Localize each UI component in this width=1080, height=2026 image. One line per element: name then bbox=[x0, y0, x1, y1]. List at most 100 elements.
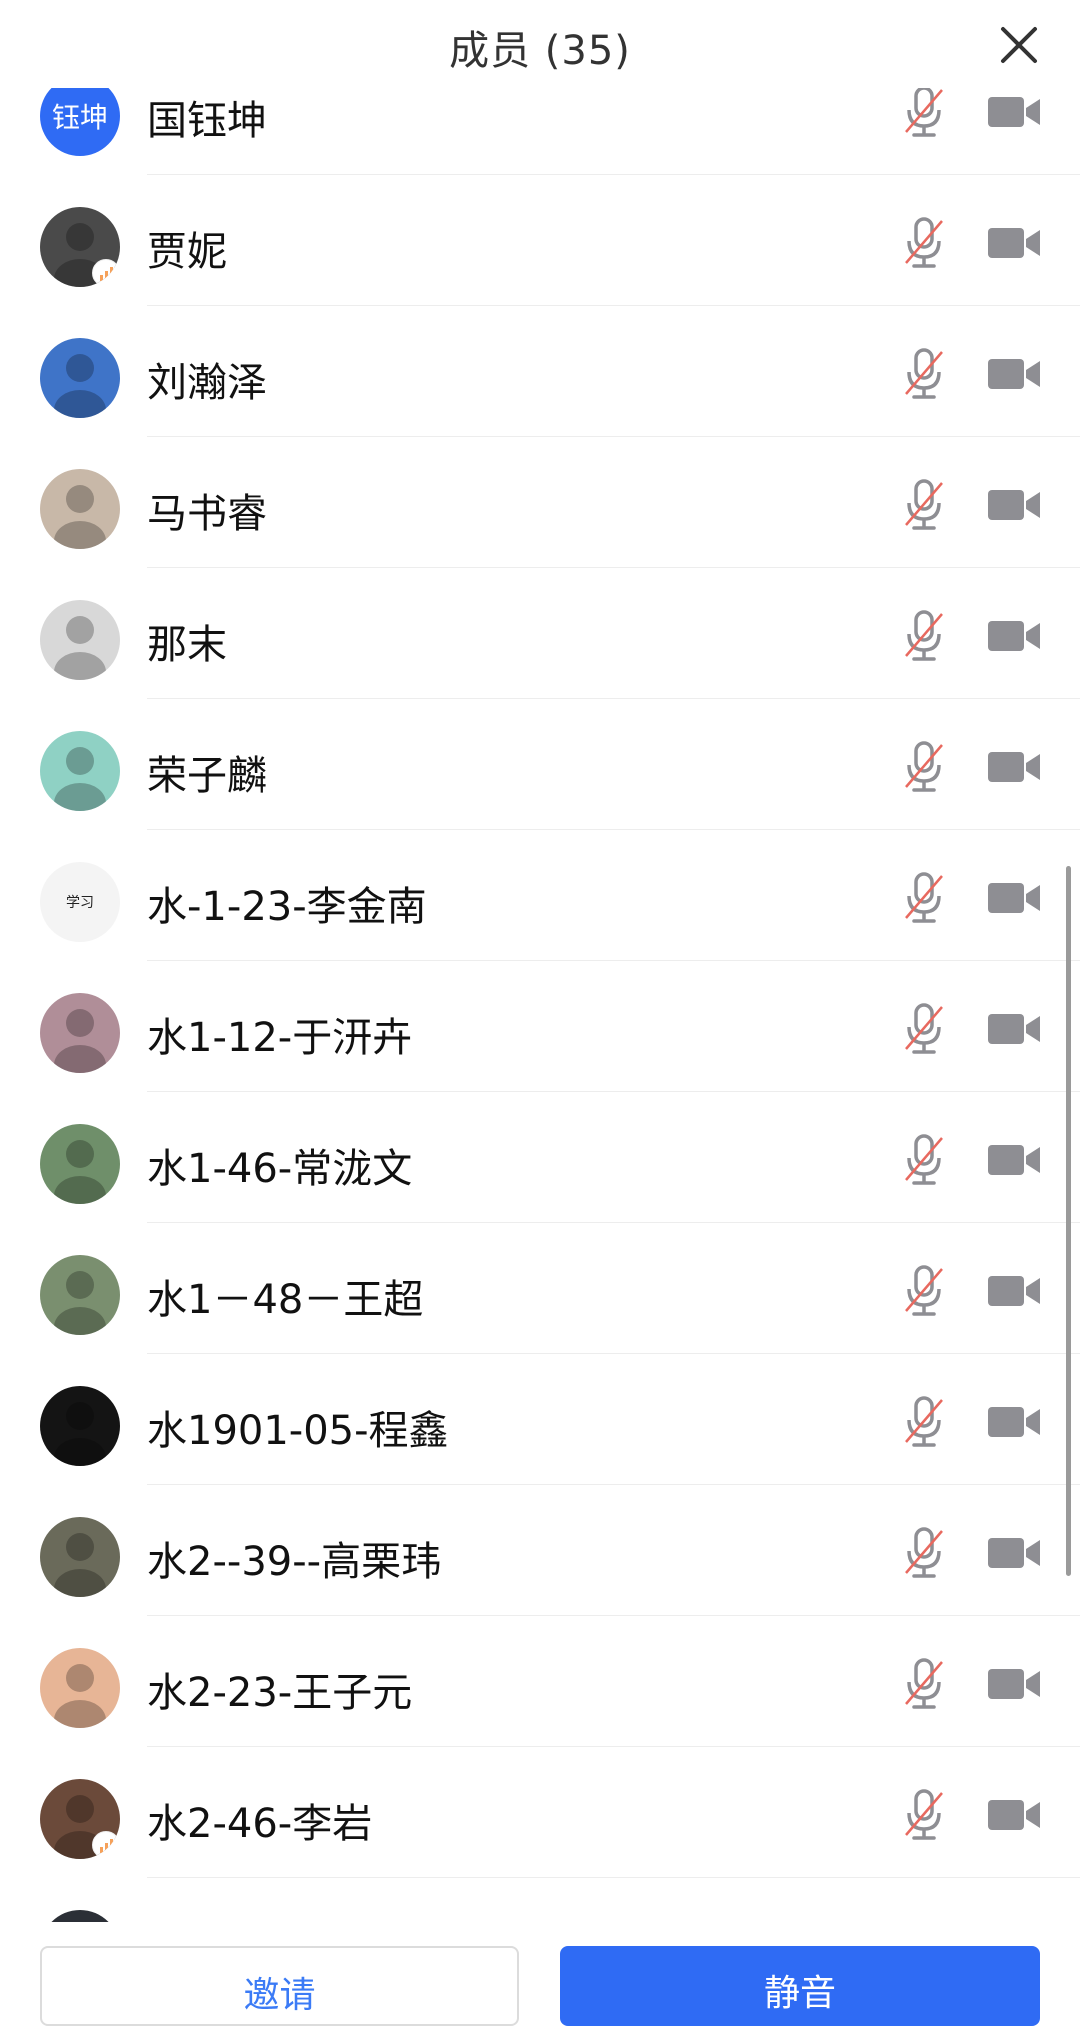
avatar-photo bbox=[54, 1402, 106, 1466]
member-name: 马书睿 bbox=[147, 491, 267, 537]
camera-off-button[interactable] bbox=[986, 356, 1042, 392]
camera-off-button[interactable] bbox=[986, 1535, 1042, 1571]
camera-off-button[interactable] bbox=[986, 749, 1042, 785]
avatar-photo bbox=[54, 1533, 106, 1597]
mic-muted-button[interactable] bbox=[900, 1525, 948, 1581]
camera-off-button[interactable] bbox=[986, 1273, 1042, 1309]
footer-actions: 邀请 静音 bbox=[0, 1926, 1080, 2026]
video-camera-icon bbox=[988, 490, 1040, 520]
video-camera-icon bbox=[988, 1276, 1040, 1306]
members-header: 成员 (35) bbox=[0, 0, 1080, 88]
video-camera-icon bbox=[988, 1407, 1040, 1437]
mic-muted-button[interactable] bbox=[900, 1394, 948, 1450]
avatar[interactable] bbox=[40, 1124, 120, 1204]
mic-muted-icon bbox=[905, 1003, 943, 1054]
avatar[interactable] bbox=[40, 1648, 120, 1728]
mic-muted-icon bbox=[905, 1134, 943, 1185]
mic-muted-icon bbox=[905, 86, 943, 137]
avatar-photo bbox=[54, 1271, 106, 1335]
avatar[interactable] bbox=[40, 1255, 120, 1335]
member-row[interactable]: 那末 bbox=[0, 568, 1080, 699]
mic-muted-icon bbox=[905, 872, 943, 923]
avatar bbox=[40, 1910, 120, 1922]
mic-muted-button[interactable] bbox=[900, 477, 948, 533]
mic-muted-button[interactable] bbox=[900, 739, 948, 795]
mic-muted-icon bbox=[905, 610, 943, 661]
mic-muted-button[interactable] bbox=[900, 1263, 948, 1319]
mic-muted-button[interactable] bbox=[900, 1001, 948, 1057]
video-camera-icon bbox=[988, 359, 1040, 389]
close-button[interactable] bbox=[994, 20, 1044, 70]
avatar[interactable]: 学习 bbox=[40, 862, 120, 942]
avatar-photo bbox=[54, 1009, 106, 1073]
avatar-photo bbox=[54, 616, 106, 680]
avatar[interactable] bbox=[40, 469, 120, 549]
avatar[interactable] bbox=[40, 338, 120, 418]
camera-off-button[interactable] bbox=[986, 1404, 1042, 1440]
video-camera-icon bbox=[988, 1538, 1040, 1568]
video-camera-icon bbox=[988, 228, 1040, 258]
member-row[interactable]: 贾妮 bbox=[0, 175, 1080, 306]
camera-off-button[interactable] bbox=[986, 880, 1042, 916]
camera-off-button[interactable] bbox=[986, 487, 1042, 523]
member-list[interactable]: 钰坤 国钰坤 贾妮 刘瀚泽 马书睿 那末 荣子麟 学习 水-1-23-李金南 水1-12-于汧卉水… bbox=[0, 52, 1080, 1922]
page-title: 成员 (35) bbox=[449, 28, 631, 74]
avatar[interactable] bbox=[40, 1779, 120, 1859]
invite-button[interactable]: 邀请 bbox=[40, 1946, 519, 2026]
member-name: 水2-23-王子元 bbox=[147, 1670, 413, 1716]
mic-muted-button[interactable] bbox=[900, 1787, 948, 1843]
avatar[interactable] bbox=[40, 993, 120, 1073]
mic-muted-button[interactable] bbox=[900, 84, 948, 140]
camera-off-button[interactable] bbox=[986, 94, 1042, 130]
member-row[interactable]: 水1-12-于汧卉 bbox=[0, 961, 1080, 1092]
video-camera-icon bbox=[988, 1145, 1040, 1175]
member-row[interactable]: 马书睿 bbox=[0, 437, 1080, 568]
member-row[interactable]: 学习 水-1-23-李金南 bbox=[0, 830, 1080, 961]
member-row[interactable]: 水2-46-李岩 bbox=[0, 1747, 1080, 1878]
member-row[interactable]: 水2-23-王子元 bbox=[0, 1616, 1080, 1747]
mic-muted-icon bbox=[905, 348, 943, 399]
member-row[interactable]: 水2--39--高栗玮 bbox=[0, 1485, 1080, 1616]
video-camera-icon bbox=[988, 883, 1040, 913]
mic-muted-button[interactable] bbox=[900, 608, 948, 664]
camera-off-button[interactable] bbox=[986, 618, 1042, 654]
video-camera-icon bbox=[988, 752, 1040, 782]
video-camera-icon bbox=[988, 97, 1040, 127]
avatar[interactable] bbox=[40, 1517, 120, 1597]
camera-off-button[interactable] bbox=[986, 1797, 1042, 1833]
member-name: 贾妮 bbox=[147, 229, 227, 275]
member-row[interactable]: 水1-46-常泷文 bbox=[0, 1092, 1080, 1223]
camera-off-button[interactable] bbox=[986, 225, 1042, 261]
member-row[interactable]: 水1－48－王超 bbox=[0, 1223, 1080, 1354]
member-row[interactable]: 水1901-05-程鑫 bbox=[0, 1354, 1080, 1485]
camera-off-button[interactable] bbox=[986, 1142, 1042, 1178]
mic-muted-button[interactable] bbox=[900, 346, 948, 402]
avatar[interactable] bbox=[40, 600, 120, 680]
camera-off-button[interactable] bbox=[986, 1666, 1042, 1702]
scrollbar[interactable] bbox=[1066, 866, 1071, 1576]
signal-badge-icon bbox=[92, 1831, 120, 1859]
member-name: 水1-46-常泷文 bbox=[147, 1146, 413, 1192]
mute-all-button[interactable]: 静音 bbox=[560, 1946, 1040, 2026]
avatar-photo bbox=[54, 485, 106, 549]
avatar[interactable] bbox=[40, 207, 120, 287]
avatar-photo bbox=[54, 1140, 106, 1204]
avatar[interactable]: 钰坤 bbox=[40, 76, 120, 156]
member-name: 水1-12-于汧卉 bbox=[147, 1015, 413, 1061]
camera-off-button[interactable] bbox=[986, 1011, 1042, 1047]
mic-muted-button[interactable] bbox=[900, 1656, 948, 1712]
video-camera-icon bbox=[988, 1669, 1040, 1699]
mic-muted-button[interactable] bbox=[900, 1132, 948, 1188]
member-row[interactable]: 荣子麟 bbox=[0, 699, 1080, 830]
mic-muted-button[interactable] bbox=[900, 215, 948, 271]
avatar[interactable] bbox=[40, 731, 120, 811]
member-name: 那末 bbox=[147, 622, 227, 668]
mic-muted-icon bbox=[905, 1789, 943, 1840]
member-name: 水1901-05-程鑫 bbox=[147, 1408, 449, 1454]
avatar-initials: 学习 bbox=[66, 895, 94, 911]
member-row[interactable]: 刘瀚泽 bbox=[0, 306, 1080, 437]
avatar[interactable] bbox=[40, 1386, 120, 1466]
mic-muted-icon bbox=[905, 479, 943, 530]
mic-muted-button[interactable] bbox=[900, 870, 948, 926]
mic-muted-icon bbox=[905, 1265, 943, 1316]
